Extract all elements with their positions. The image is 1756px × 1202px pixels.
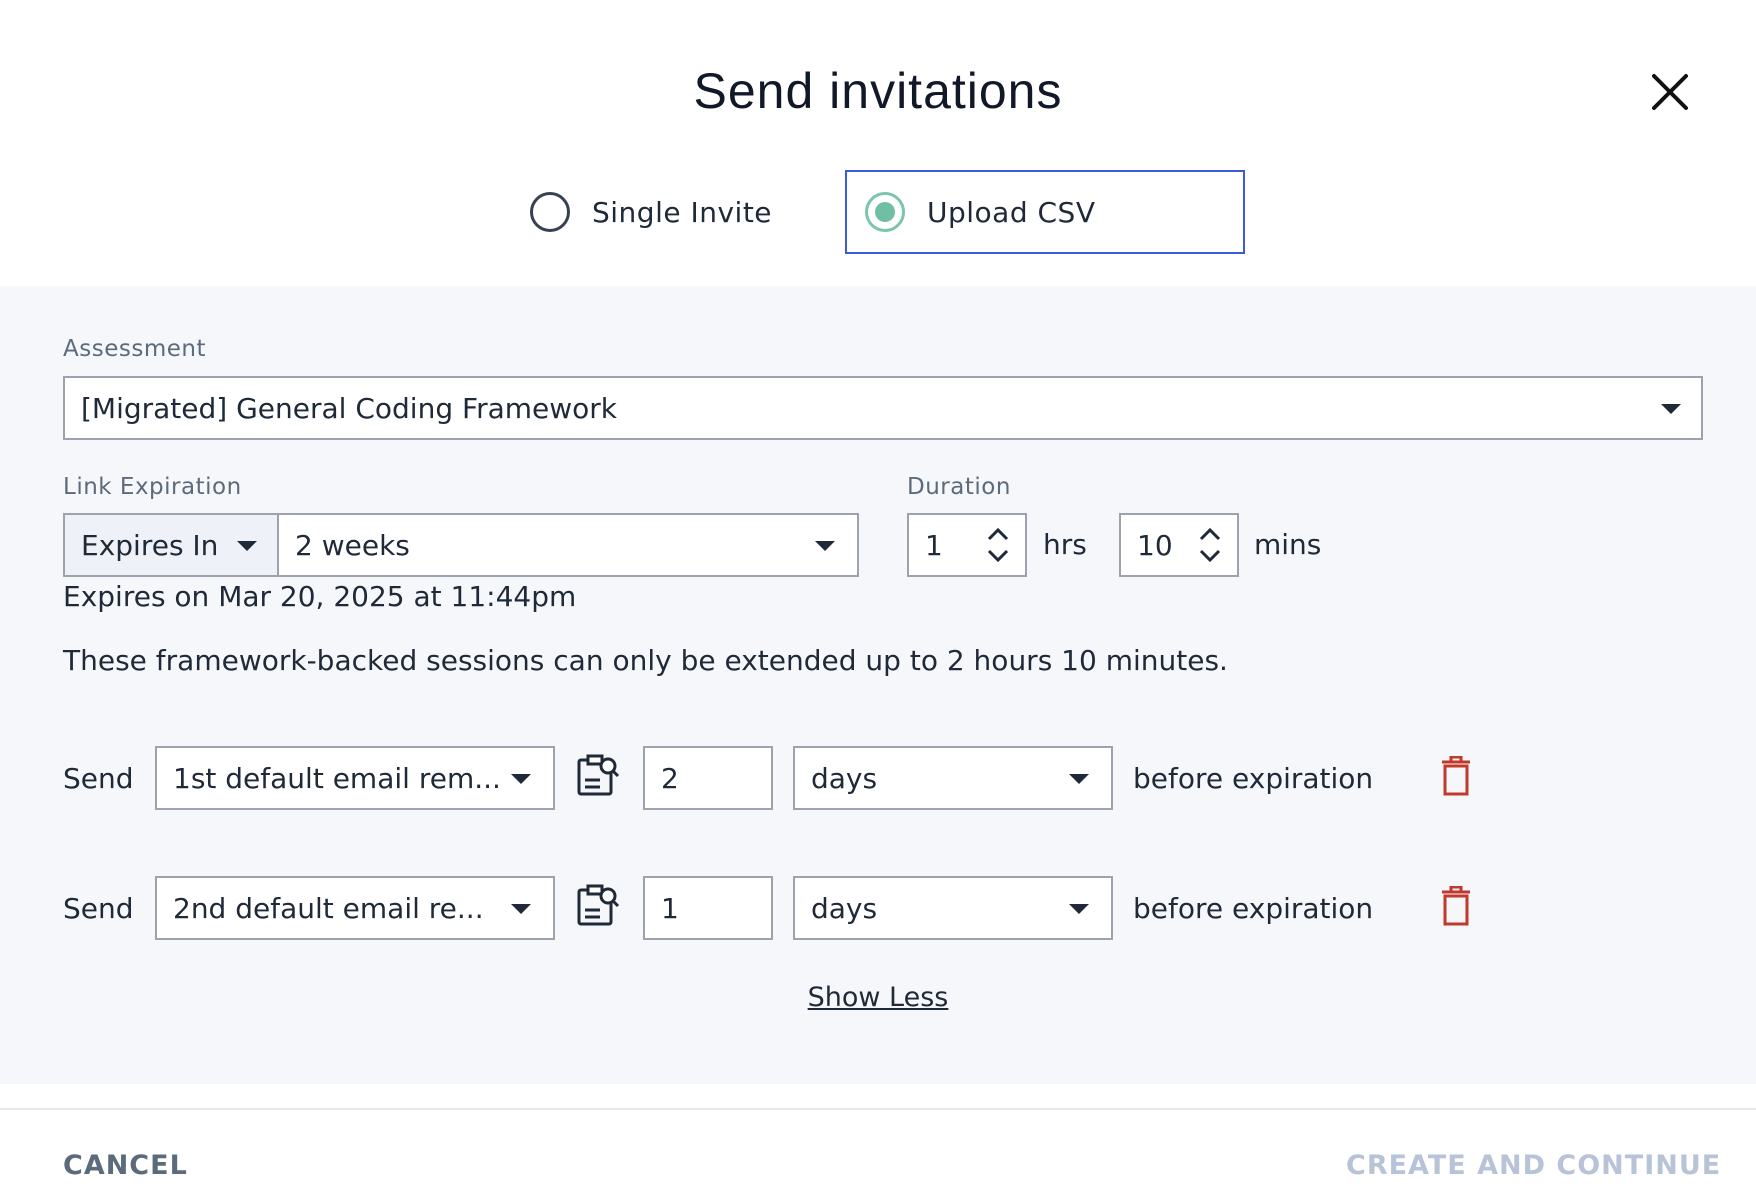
duration-minutes-input[interactable]: 10 [1119,513,1239,577]
trash-icon[interactable] [1440,756,1472,796]
show-less-container: Show Less [0,982,1756,1013]
single-invite-label: Single Invite [592,195,773,229]
upload-csv-label: Upload CSV [927,195,1096,229]
expiration-period-select[interactable]: 2 weeks [277,513,859,577]
cancel-button[interactable]: CANCEL [63,1150,188,1181]
send-label: Send [63,892,134,925]
dialog-header: Send invitations Single Invite Upload CS… [0,0,1756,286]
duration-label: Duration [907,474,1011,500]
send-label: Send [63,762,134,795]
footer-divider [0,1108,1756,1110]
close-icon[interactable] [1648,70,1692,114]
extension-notice: These framework-backed sessions can only… [63,644,1228,677]
duration-minutes-value: 10 [1137,528,1173,562]
reminder-template-value: 2nd default email re... [173,891,484,925]
expires-on-text: Expires on Mar 20, 2025 at 11:44pm [63,580,577,613]
assessment-select[interactable]: [Migrated] General Coding Framework [63,376,1703,440]
form-panel: Assessment [Migrated] General Coding Fra… [0,286,1756,1084]
create-and-continue-button[interactable]: CREATE AND CONTINUE [1346,1150,1721,1181]
before-expiration-text: before expiration [1133,762,1374,795]
reminder-unit-value: days [811,761,878,795]
chevron-down-icon [1661,404,1681,414]
chevron-down-icon [1069,904,1089,914]
duration-hours-input[interactable]: 1 [907,513,1027,577]
assessment-label: Assessment [63,336,206,362]
reminder-template-value: 1st default email rem... [173,761,501,795]
before-expiration-text: before expiration [1133,892,1374,925]
stepper-icon[interactable] [1197,525,1223,565]
reminder-template-select[interactable]: 2nd default email re... [155,876,555,940]
chevron-down-icon [815,541,835,551]
radio-unselected-icon[interactable] [530,192,570,232]
stepper-icon[interactable] [985,525,1011,565]
reminder-amount-value: 1 [661,891,679,925]
reminder-unit-select[interactable]: days [793,746,1113,810]
dialog-title: Send invitations [693,63,1063,119]
expiration-mode-select[interactable]: Expires In [63,513,279,577]
radio-selected-icon[interactable] [865,192,905,232]
chevron-down-icon [237,541,257,551]
expiration-mode-value: Expires In [81,528,219,562]
reminder-template-select[interactable]: 1st default email rem... [155,746,555,810]
show-less-link[interactable]: Show Less [808,982,949,1013]
hours-unit: hrs [1043,528,1087,561]
reminder-amount-input[interactable]: 2 [643,746,773,810]
duration-hours-value: 1 [925,528,943,562]
assessment-value: [Migrated] General Coding Framework [81,391,618,425]
reminder-amount-input[interactable]: 1 [643,876,773,940]
upload-csv-option[interactable]: Upload CSV [845,170,1245,254]
single-invite-option[interactable]: Single Invite [530,170,772,254]
reminder-amount-value: 2 [661,761,679,795]
trash-icon[interactable] [1440,886,1472,926]
reminder-unit-select[interactable]: days [793,876,1113,940]
link-expiration-label: Link Expiration [63,474,242,500]
reminder-unit-value: days [811,891,878,925]
chevron-down-icon [1069,774,1089,784]
preview-email-icon[interactable] [576,882,620,928]
chevron-down-icon [511,774,531,784]
minutes-unit: mins [1254,528,1322,561]
preview-email-icon[interactable] [576,752,620,798]
expiration-period-value: 2 weeks [295,528,410,562]
chevron-down-icon [511,904,531,914]
